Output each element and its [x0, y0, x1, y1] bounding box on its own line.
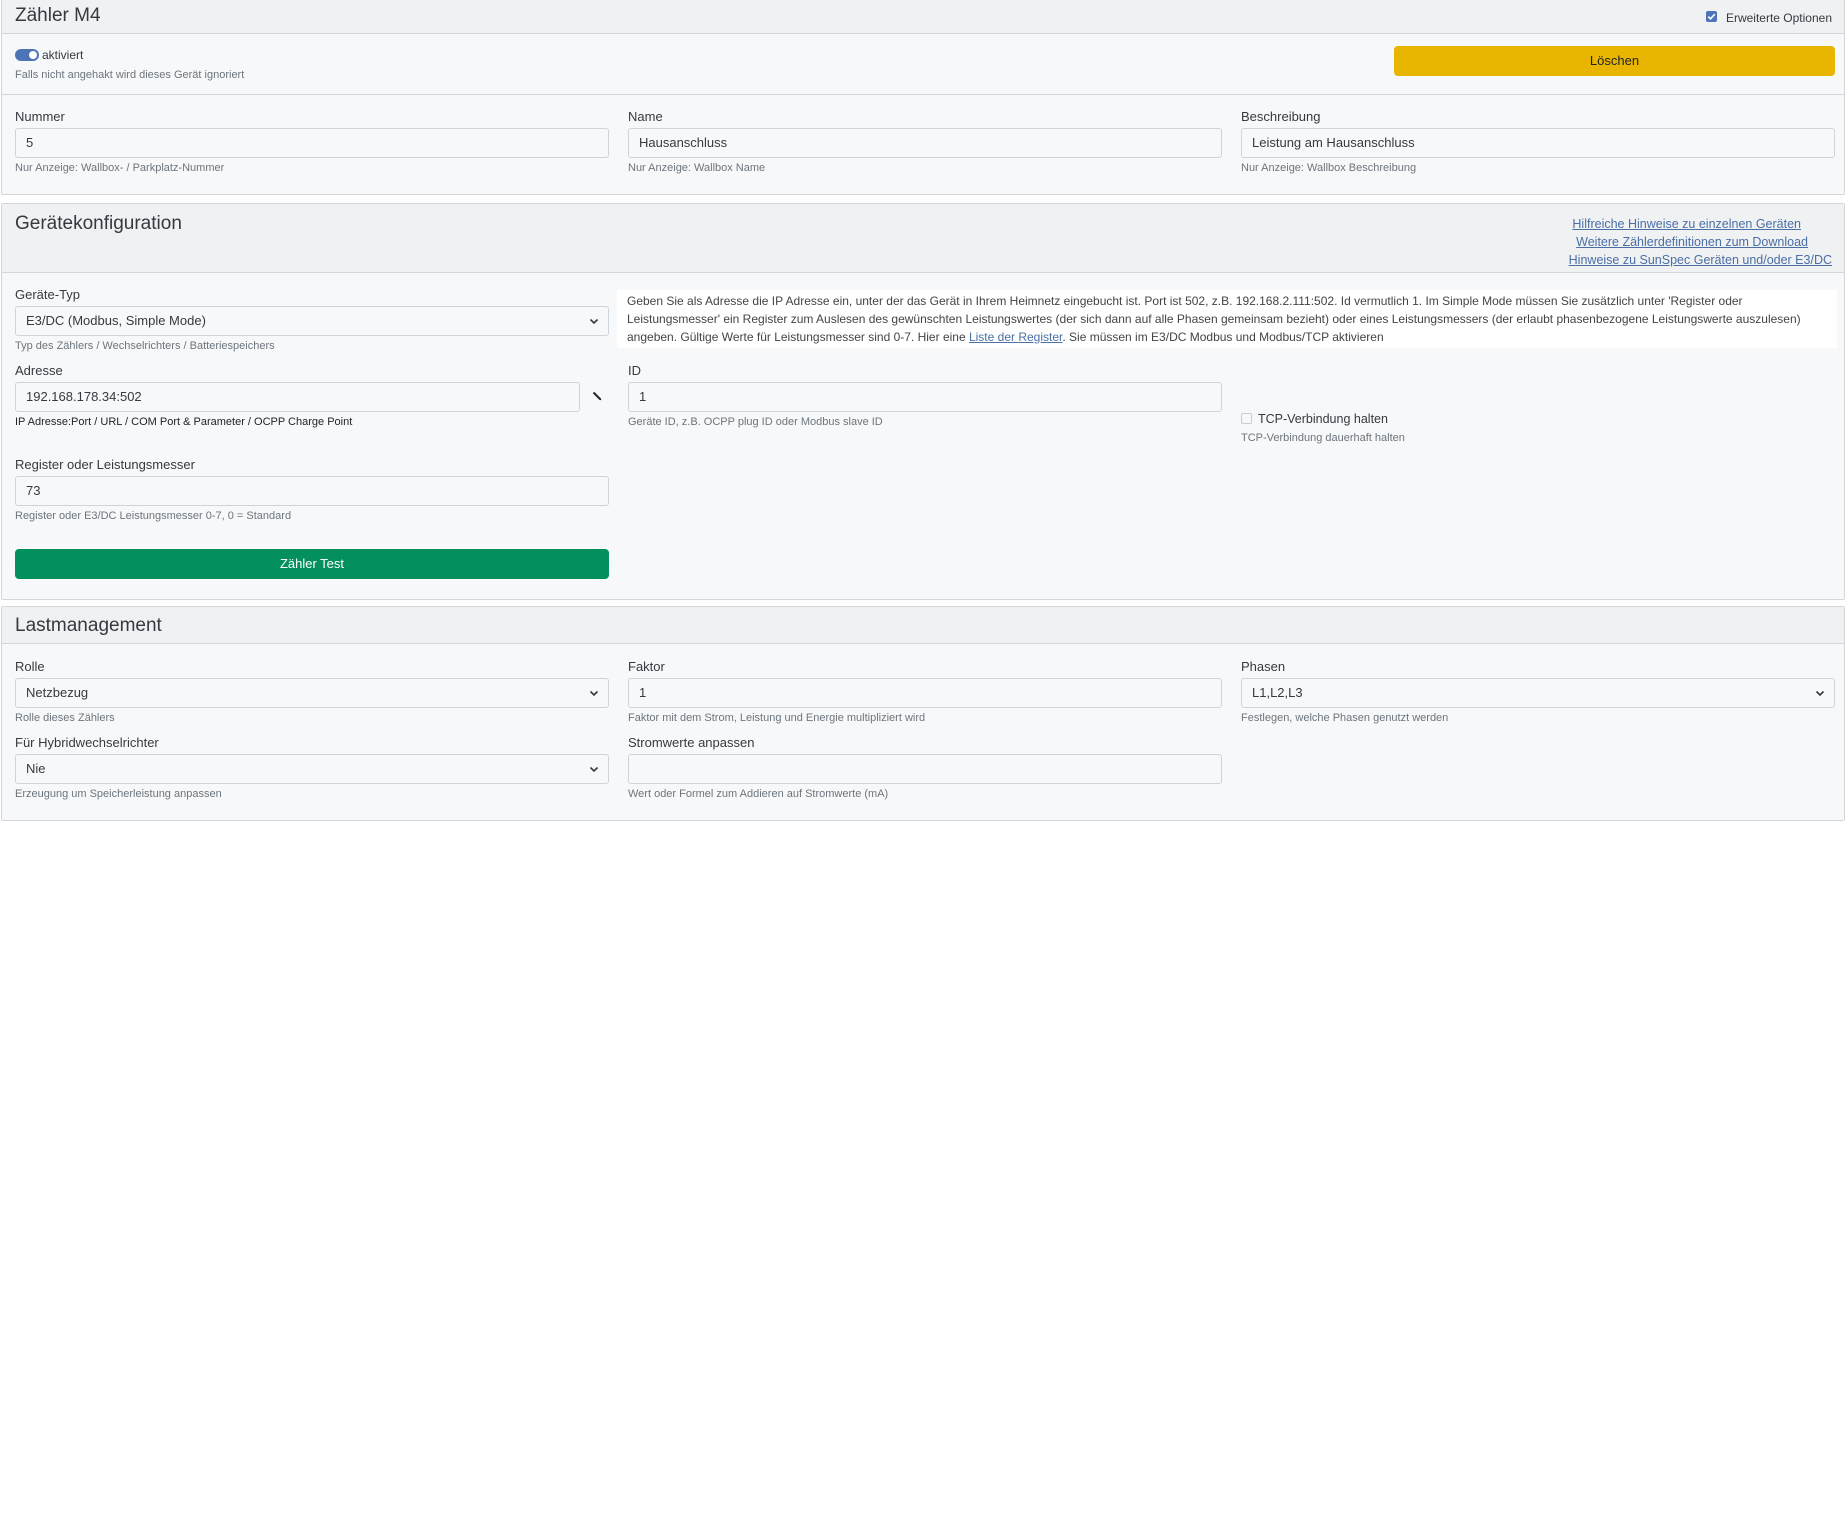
advanced-options-checkbox[interactable] [1706, 11, 1718, 23]
id-hint: Geräte ID, z.B. OCPP plug ID oder Modbus… [628, 416, 883, 428]
current-adjust-input[interactable] [628, 754, 1222, 784]
pencil-icon[interactable] [592, 391, 602, 401]
number-input[interactable]: 5 [15, 128, 609, 158]
tcp-keep-checkbox[interactable] [1241, 413, 1252, 424]
meter-test-button[interactable]: Zähler Test [15, 549, 609, 579]
register-input[interactable]: 73 [15, 476, 609, 506]
load-management-card: Lastmanagement Rolle Netzbezug Rolle die… [1, 606, 1845, 821]
register-list-link[interactable]: Liste der Register [969, 330, 1062, 344]
divider [2, 94, 1844, 95]
device-type-hint: Typ des Zählers / Wechselrichters / Batt… [15, 340, 275, 352]
role-select[interactable]: Netzbezug [15, 678, 609, 708]
id-label: ID [628, 363, 641, 378]
check-icon [1708, 13, 1716, 21]
device-config-header: Gerätekonfiguration Hilfreiche Hinweise … [2, 204, 1844, 273]
id-input[interactable]: 1 [628, 382, 1222, 412]
link-sunspec-hints[interactable]: Hinweise zu SunSpec Geräten und/oder E3/… [1569, 253, 1832, 267]
phases-value: L1,L2,L3 [1252, 685, 1303, 700]
address-hint: IP Adresse:Port / URL / COM Port & Param… [15, 416, 353, 428]
name-input[interactable]: Hausanschluss [628, 128, 1222, 158]
tcp-keep-hint: TCP-Verbindung dauerhaft halten [1241, 432, 1405, 444]
current-adjust-label: Stromwerte anpassen [628, 735, 755, 750]
phases-select[interactable]: L1,L2,L3 [1241, 678, 1835, 708]
load-management-title: Lastmanagement [15, 615, 162, 636]
description-input[interactable]: Leistung am Hausanschluss [1241, 128, 1835, 158]
description-hint: Nur Anzeige: Wallbox Beschreibung [1241, 162, 1417, 174]
chevron-down-icon [589, 318, 599, 325]
name-label: Name [628, 109, 663, 124]
active-toggle[interactable] [15, 49, 39, 61]
device-config-title: Gerätekonfiguration [15, 213, 182, 234]
address-label: Adresse [15, 363, 63, 378]
address-input[interactable]: 192.168.178.34:502 [15, 382, 580, 412]
device-config-card: Gerätekonfiguration Hilfreiche Hinweise … [1, 203, 1845, 600]
delete-button[interactable]: Löschen [1394, 46, 1835, 76]
role-label: Rolle [15, 659, 45, 674]
phases-label: Phasen [1241, 659, 1286, 674]
load-management-header: Lastmanagement [2, 607, 1844, 644]
role-hint: Rolle dieses Zählers [15, 712, 115, 724]
meter-card-header: Zähler M4 Erweiterte Optionen [2, 0, 1844, 34]
factor-hint: Faktor mit dem Strom, Leistung und Energ… [628, 712, 926, 724]
device-info-text-end: . Sie müssen im E3/DC Modbus und Modbus/… [1062, 330, 1384, 344]
hybrid-value: Nie [26, 761, 46, 776]
name-hint: Nur Anzeige: Wallbox Name [628, 162, 766, 174]
toggle-knob [29, 51, 37, 59]
number-label: Nummer [15, 109, 65, 124]
hybrid-hint: Erzeugung um Speicherleistung anpassen [15, 788, 222, 800]
register-hint: Register oder E3/DC Leistungsmesser 0-7,… [15, 510, 292, 522]
meter-card: Zähler M4 Erweiterte Optionen aktiviert … [1, 0, 1845, 195]
device-info-box: Geben Sie als Adresse die IP Adresse ein… [617, 290, 1837, 348]
active-hint: Falls nicht angehakt wird dieses Gerät i… [15, 69, 245, 81]
phases-hint: Festlegen, welche Phasen genutzt werden [1241, 712, 1449, 724]
description-label: Beschreibung [1241, 109, 1321, 124]
meter-title: Zähler M4 [15, 5, 101, 26]
advanced-options-toggle[interactable]: Erweiterte Optionen [1706, 9, 1832, 25]
register-label: Register oder Leistungsmesser [15, 457, 195, 472]
device-type-label: Geräte-Typ [15, 287, 81, 302]
chevron-down-icon [1815, 690, 1825, 697]
link-device-hints[interactable]: Hilfreiche Hinweise zu einzelnen Geräten [1572, 217, 1801, 231]
factor-input[interactable]: 1 [628, 678, 1222, 708]
current-adjust-hint: Wert oder Formel zum Addieren auf Stromw… [628, 788, 889, 800]
number-hint: Nur Anzeige: Wallbox- / Parkplatz-Nummer [15, 162, 225, 174]
tcp-keep-label: TCP-Verbindung halten [1258, 412, 1388, 426]
factor-label: Faktor [628, 659, 665, 674]
role-value: Netzbezug [26, 685, 89, 700]
advanced-options-label: Erweiterte Optionen [1725, 11, 1832, 25]
active-label: aktiviert [42, 48, 84, 62]
hybrid-select[interactable]: Nie [15, 754, 609, 784]
hybrid-label: Für Hybridwechselrichter [15, 735, 159, 750]
device-type-value: E3/DC (Modbus, Simple Mode) [26, 313, 206, 328]
chevron-down-icon [589, 766, 599, 773]
device-type-select[interactable]: E3/DC (Modbus, Simple Mode) [15, 306, 609, 336]
link-meter-definitions[interactable]: Weitere Zählerdefinitionen zum Download [1576, 235, 1808, 249]
chevron-down-icon [589, 690, 599, 697]
